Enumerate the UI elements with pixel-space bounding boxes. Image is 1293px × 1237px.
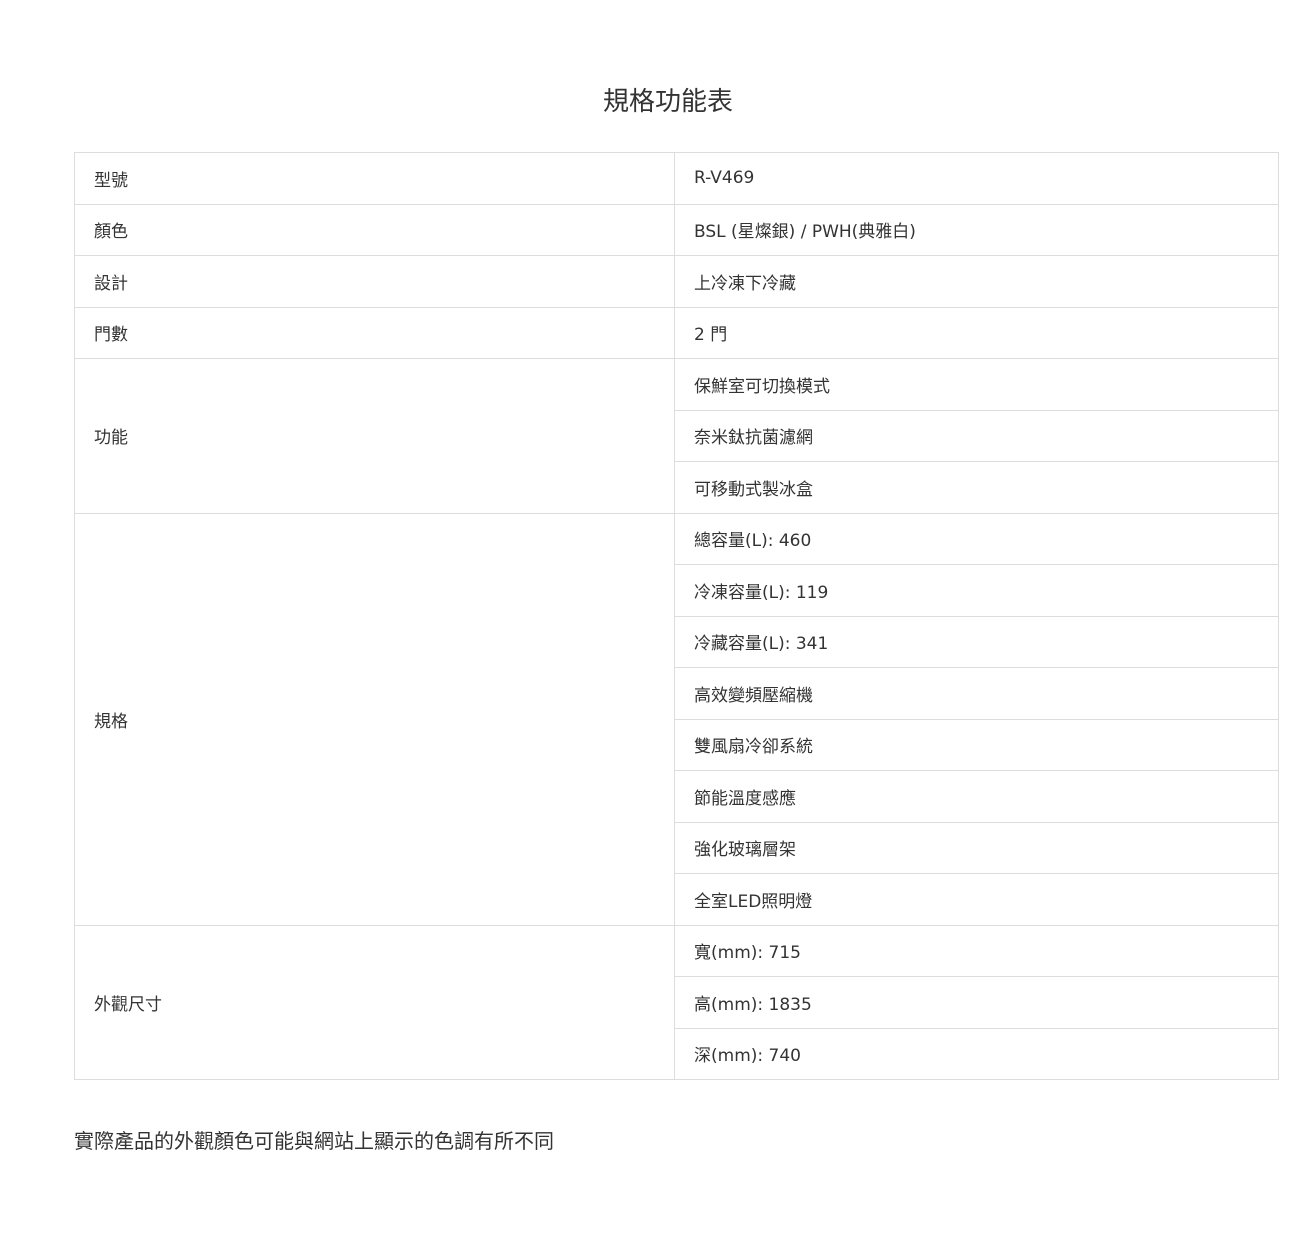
spec-label-cell: 規格 bbox=[74, 512, 675, 926]
spec-value-cell: 全室LED照明燈 bbox=[674, 873, 1279, 926]
spec-value-cell: 高效變頻壓縮機 bbox=[674, 667, 1279, 720]
spec-label-cell: 型號 bbox=[74, 152, 675, 205]
spec-value-cell: 2 門 bbox=[674, 306, 1279, 359]
spec-value-cell: 冷藏容量(L): 341 bbox=[674, 615, 1279, 668]
spec-value-cell: 寬(mm): 715 bbox=[674, 924, 1279, 977]
table-row: 顏色 BSL (星燦銀) / PWH(典雅白) bbox=[74, 203, 1279, 256]
spec-label-cell: 外觀尺寸 bbox=[74, 924, 675, 1080]
spec-value-cell: 總容量(L): 460 bbox=[674, 512, 1279, 565]
spec-label-cell: 顏色 bbox=[74, 203, 675, 256]
disclaimer-text: 實際產品的外觀顏色可能與網站上顯示的色調有所不同 bbox=[74, 1129, 554, 1153]
page-title: 規格功能表 bbox=[602, 87, 733, 117]
spec-value-cell: R-V469 bbox=[674, 152, 1279, 205]
spec-label-cell: 功能 bbox=[74, 358, 675, 514]
spec-value-cell: 高(mm): 1835 bbox=[674, 976, 1279, 1029]
spec-label-cell: 門數 bbox=[74, 306, 675, 359]
spec-value-cell: BSL (星燦銀) / PWH(典雅白) bbox=[674, 203, 1279, 256]
table-row: 外觀尺寸 寬(mm): 715 bbox=[74, 924, 1279, 1080]
spec-value-cell: 保鮮室可切換模式 bbox=[674, 358, 1279, 411]
spec-label-cell: 設計 bbox=[74, 255, 675, 308]
spec-value-cell: 上冷凍下冷藏 bbox=[674, 255, 1279, 308]
table-row: 門數 2 門 bbox=[74, 306, 1279, 359]
spec-value-cell: 奈米鈦抗菌濾網 bbox=[674, 409, 1279, 462]
table-row: 功能 保鮮室可切換模式 bbox=[74, 358, 1279, 514]
spec-value-cell: 節能溫度感應 bbox=[674, 770, 1279, 823]
table-row: 設計 上冷凍下冷藏 bbox=[74, 255, 1279, 308]
spec-value-cell: 可移動式製冰盒 bbox=[674, 461, 1279, 514]
spec-table-body: 型號 R-V469 顏色 BSL (星燦銀) / PWH(典雅白) 設計 上冷凍下冷藏 門數… bbox=[74, 152, 1279, 1080]
spec-value-cell: 強化玻璃層架 bbox=[674, 821, 1279, 874]
spec-value-cell: 深(mm): 740 bbox=[674, 1027, 1279, 1080]
table-row: 規格 總容量(L): 460 bbox=[74, 512, 1279, 926]
spec-table: 型號 R-V469 顏色 BSL (星燦銀) / PWH(典雅白) 設計 上冷凍下冷藏 門數… bbox=[74, 152, 1279, 1080]
table-row: 型號 R-V469 bbox=[74, 152, 1279, 205]
spec-value-cell: 冷凍容量(L): 119 bbox=[674, 564, 1279, 617]
spec-value-cell: 雙風扇冷卻系統 bbox=[674, 718, 1279, 771]
